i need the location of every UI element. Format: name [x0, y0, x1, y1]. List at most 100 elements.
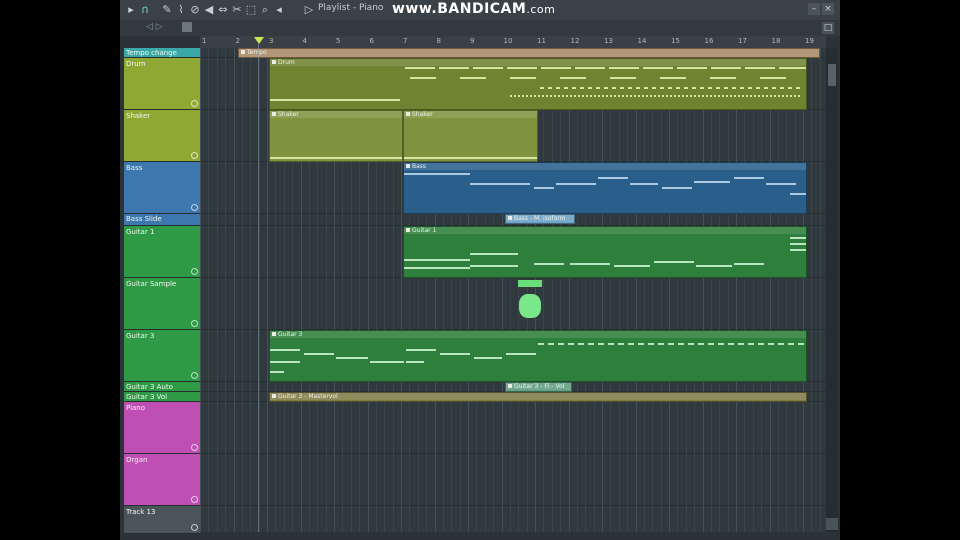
minimize-button[interactable]: – — [808, 3, 820, 15]
clip-note — [766, 183, 796, 185]
clip-note — [534, 263, 564, 265]
clip-note — [710, 95, 712, 97]
clip-note — [718, 343, 724, 345]
play-pattern-icon[interactable]: ▷ — [302, 3, 316, 17]
clip-note — [618, 343, 624, 345]
sample-head — [518, 280, 542, 287]
clip-note — [570, 95, 572, 97]
clip-note — [540, 87, 544, 89]
track-header-guitar-3-auto[interactable]: Guitar 3 Auto — [124, 382, 200, 392]
ruler-bar-8: 8 — [436, 37, 441, 45]
track-mute-dot[interactable] — [191, 320, 198, 327]
volume-icon[interactable]: ◂ — [272, 3, 286, 17]
select-icon[interactable]: ⬚ — [244, 3, 258, 17]
track-mute-dot[interactable] — [191, 268, 198, 275]
clip-bass-slide[interactable]: Bass - M. isoform — [505, 214, 575, 224]
clip-note — [590, 95, 592, 97]
clip-guitar-sample[interactable] — [518, 280, 542, 324]
clip-note — [598, 177, 628, 179]
arrow-right-icon[interactable]: ▸ — [124, 3, 138, 17]
track-header-guitar-sample[interactable]: Guitar Sample — [124, 278, 200, 330]
clip-guitar-3-auto[interactable]: Guitar 3 - Fl - Vol — [505, 382, 572, 392]
grid-line — [744, 48, 746, 532]
clip-note — [678, 95, 680, 97]
zoom-icon[interactable]: ⌕ — [258, 3, 272, 17]
headphone-icon[interactable]: ∩ — [138, 3, 152, 17]
track-mute-dot[interactable] — [191, 100, 198, 107]
clip-shaker-2[interactable]: Shaker — [403, 110, 538, 162]
track-header-drum[interactable]: Drum — [124, 58, 200, 110]
clip-label: Drum — [270, 59, 806, 66]
clip-note — [716, 87, 720, 89]
clip-guitar-3-vol[interactable]: Guitar 3 - Mastervol — [269, 392, 807, 402]
clip-note — [732, 87, 736, 89]
clip-note — [404, 157, 537, 159]
track-mute-dot[interactable] — [191, 524, 198, 531]
clip-note — [610, 95, 612, 97]
clip-note — [740, 87, 744, 89]
ruler-bar-18: 18 — [771, 37, 781, 45]
clip-drum[interactable]: Drum — [269, 58, 807, 110]
clip-note — [796, 87, 800, 89]
track-header-guitar-1[interactable]: Guitar 1 — [124, 226, 200, 278]
clip-note — [628, 87, 632, 89]
track-header-bass-slide[interactable]: Bass Slide — [124, 214, 200, 226]
clip-note — [507, 67, 537, 69]
track-header-tempo-change[interactable]: Tempo change — [124, 48, 200, 58]
clip-note — [756, 87, 760, 89]
track-mute-dot[interactable] — [191, 152, 198, 159]
scrollbar-thumb[interactable] — [828, 64, 836, 86]
clip-note — [530, 95, 532, 97]
track-mute-dot[interactable] — [191, 204, 198, 211]
clip-note — [439, 67, 469, 69]
clip-note — [548, 87, 552, 89]
clip-note — [526, 95, 528, 97]
clip-note — [538, 343, 544, 345]
slip-icon[interactable]: ⇔ — [216, 3, 230, 17]
slice-icon[interactable]: ✂ — [230, 3, 244, 17]
clip-guitar-3[interactable]: Guitar 3 — [269, 330, 807, 382]
close-button[interactable]: × — [822, 3, 834, 15]
track-header-bass[interactable]: Bass — [124, 162, 200, 214]
expand-icon[interactable]: □ — [822, 22, 834, 34]
clip-note — [643, 67, 673, 69]
ruler-bar-14: 14 — [637, 37, 647, 45]
track-name: Track 13 — [126, 508, 156, 516]
track-mute-dot[interactable] — [191, 496, 198, 503]
clip-note — [706, 95, 708, 97]
clip-bass[interactable]: Bass — [403, 162, 807, 214]
clip-guitar-1[interactable]: Guitar 1 — [403, 226, 807, 278]
ruler-bar-17: 17 — [738, 37, 747, 45]
track-header-guitar-3-vol[interactable]: Guitar 3 Vol — [124, 392, 200, 402]
track-header-guitar-3[interactable]: Guitar 3 — [124, 330, 200, 382]
clip-note — [304, 353, 334, 355]
playlist-grid[interactable]: Tempo Drum Shaker Shaker Bass Bass - M. isofo… — [200, 48, 826, 532]
clip-note — [270, 349, 300, 351]
clip-note — [790, 249, 806, 251]
clip-note — [638, 95, 640, 97]
clip-note — [662, 187, 692, 189]
brush-icon[interactable]: ⌇ — [174, 3, 188, 17]
playhead-marker[interactable] — [254, 37, 264, 44]
clip-note — [550, 95, 552, 97]
clip-note — [634, 95, 636, 97]
pencil-icon[interactable]: ✎ — [160, 3, 174, 17]
nav-arrows[interactable]: ◁ ▷ — [146, 22, 163, 32]
track-mute-dot[interactable] — [191, 444, 198, 451]
mute-icon[interactable]: ⊘ — [188, 3, 202, 17]
zoom-corner-button[interactable] — [826, 518, 838, 530]
piano-roll-icon[interactable] — [182, 22, 192, 32]
clip-note — [606, 95, 608, 97]
track-header-track-13[interactable]: Track 13 — [124, 506, 200, 534]
track-header-organ[interactable]: Organ — [124, 454, 200, 506]
clip-note — [668, 343, 674, 345]
vertical-scrollbar[interactable] — [826, 48, 838, 532]
clip-note — [470, 265, 518, 267]
clip-shaker-1[interactable]: Shaker — [269, 110, 403, 162]
track-header-piano[interactable]: Piano — [124, 402, 200, 454]
clip-tempo[interactable]: Tempo — [238, 48, 820, 58]
track-header-shaker[interactable]: Shaker — [124, 110, 200, 162]
track-mute-dot[interactable] — [191, 372, 198, 379]
speaker-icon[interactable]: ◀ — [202, 3, 216, 17]
clip-note — [750, 95, 752, 97]
